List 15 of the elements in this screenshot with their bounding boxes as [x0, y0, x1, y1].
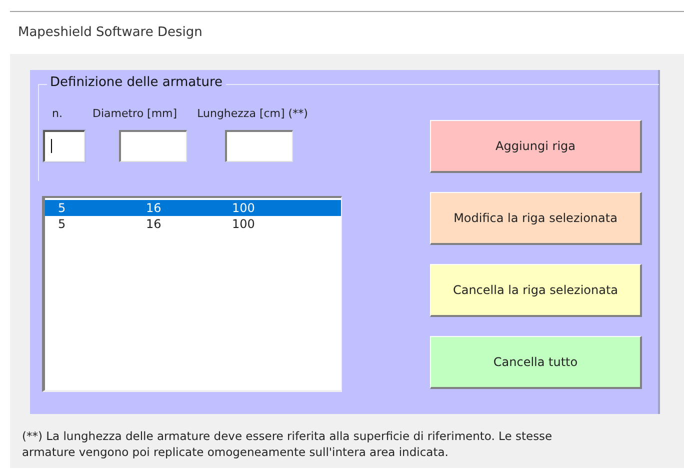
action-button[interactable]: Cancella la riga selezionata: [430, 264, 642, 317]
action-button[interactable]: Modifica la riga selezionata: [430, 192, 642, 245]
footnote-text: (**) La lunghezza delle armature deve essere riferita alla superficie di riferimento. Le stesse armature vengono poi replicate omogeneamente sull'intera area indicata.: [22, 428, 554, 460]
window-title: Mapeshield Software Design: [18, 25, 202, 42]
list-row[interactable]: 5 16 100: [45, 200, 341, 216]
input-field[interactable]: [43, 130, 85, 162]
action-button[interactable]: Aggiungi riga: [430, 120, 642, 173]
input-field[interactable]: [225, 130, 293, 162]
action-button[interactable]: Cancella tutto: [430, 336, 642, 389]
field-label: Diametro [mm]: [92, 107, 178, 122]
list-box[interactable]: 5 16 100 5 16 100: [42, 196, 342, 392]
field-label: n.: [52, 107, 62, 122]
input-field[interactable]: [119, 130, 187, 162]
list-row[interactable]: 5 16 100: [45, 216, 341, 232]
field-label: Lunghezza [cm] (**): [197, 107, 308, 122]
